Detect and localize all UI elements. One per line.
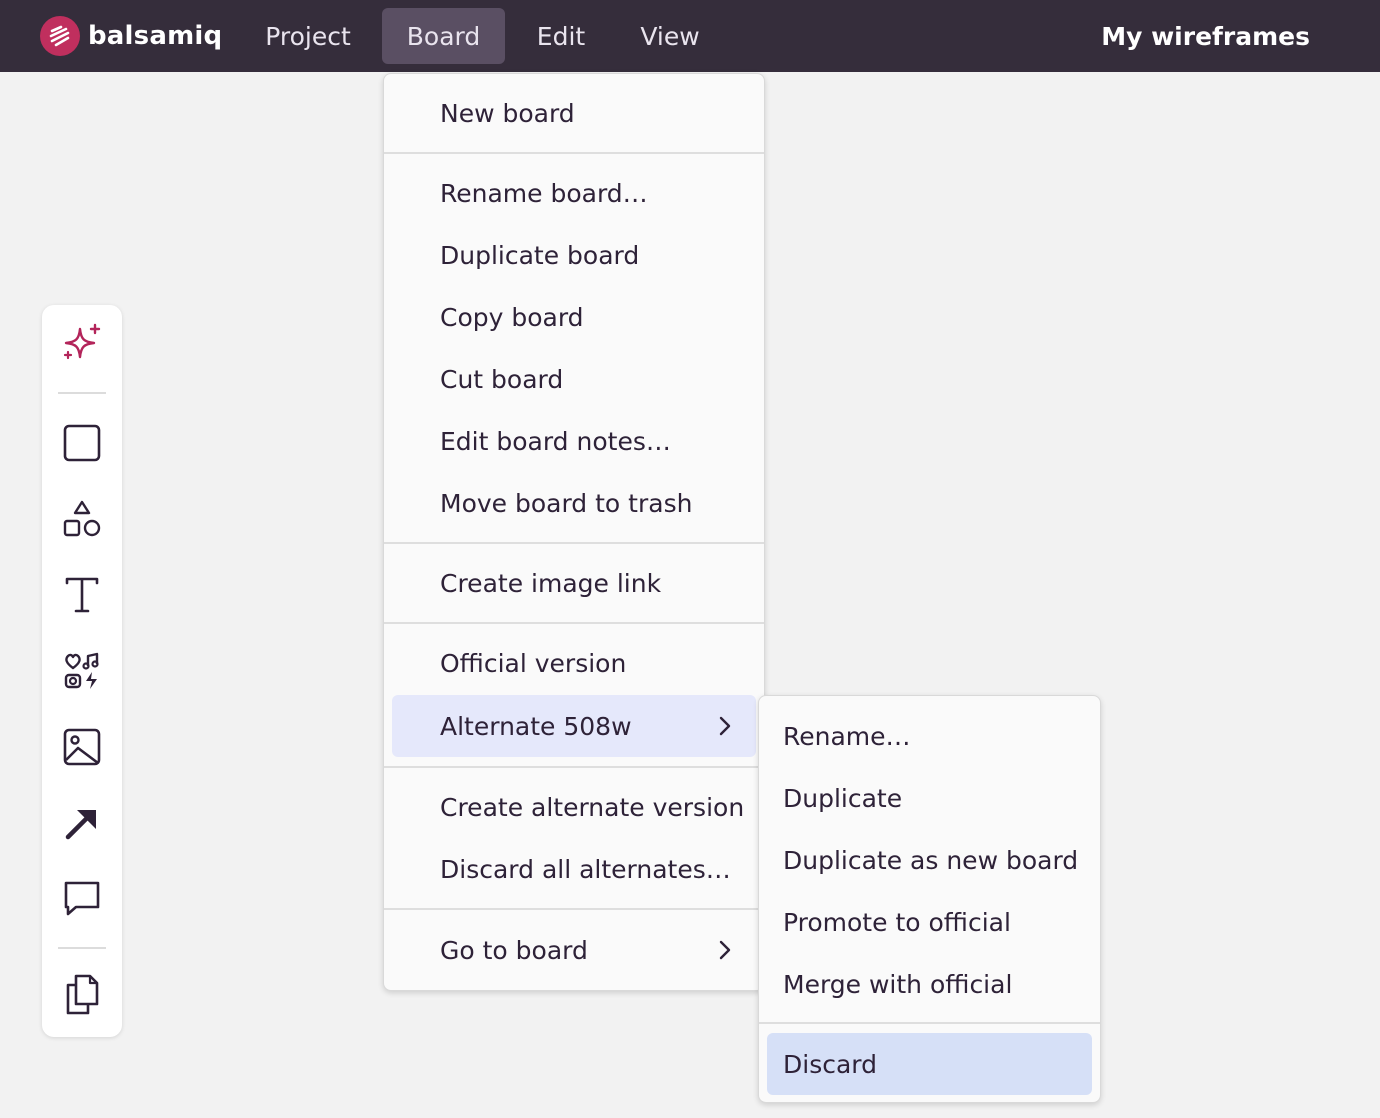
menu-item-label: Official version [440, 648, 627, 678]
menu-item-label: Duplicate as new board [783, 845, 1079, 875]
submenu-item-merge[interactable]: Merge with official [767, 953, 1092, 1015]
menu-item-create-alternate[interactable]: Create alternate version [392, 776, 756, 838]
submenu-item-promote[interactable]: Promote to official [767, 891, 1092, 953]
shapes-icon[interactable] [58, 495, 106, 543]
menu-item-label: Create alternate version [440, 792, 745, 822]
board-menu: New board Rename board… Duplicate board … [383, 73, 765, 991]
menu-item-label: Discard [783, 1049, 877, 1079]
submenu-item-rename[interactable]: Rename… [767, 705, 1092, 767]
ai-sparkle-icon[interactable] [58, 321, 106, 369]
chevron-right-icon [718, 714, 732, 744]
menu-item-label: Alternate 508w [440, 711, 632, 741]
menu-item-label: Rename… [783, 721, 911, 751]
my-wireframes-link[interactable]: My wireframes [1101, 8, 1310, 64]
menu-item-discard-alternates[interactable]: Discard all alternates… [392, 838, 756, 900]
chevron-right-icon [718, 938, 732, 968]
submenu-item-duplicate[interactable]: Duplicate [767, 767, 1092, 829]
menu-divider [384, 152, 764, 154]
menu-item-label: Copy board [440, 302, 584, 332]
top-menu-bar: balsamiq Project Board Edit View My wire… [0, 0, 1380, 72]
icons-library-icon[interactable] [58, 647, 106, 695]
menu-item-label: Merge with official [783, 969, 1013, 999]
toolbar-divider [58, 392, 106, 394]
menu-edit[interactable]: Edit [517, 8, 605, 64]
menu-divider [384, 908, 764, 910]
menu-item-edit-board-notes[interactable]: Edit board notes… [392, 410, 756, 472]
menu-item-go-to-board[interactable]: Go to board [392, 919, 756, 981]
menu-item-label: Duplicate [783, 783, 903, 813]
balsamiq-logo-icon [40, 16, 80, 56]
menu-item-new-board[interactable]: New board [392, 82, 756, 144]
menu-item-label: New board [440, 98, 575, 128]
brand-name: balsamiq [88, 21, 223, 51]
menu-item-label: Cut board [440, 364, 564, 394]
submenu-item-duplicate-as-new-board[interactable]: Duplicate as new board [767, 829, 1092, 891]
menu-item-label: Discard all alternates… [440, 854, 731, 884]
alternate-submenu: Rename… Duplicate Duplicate as new board… [758, 695, 1101, 1103]
menu-item-label: Duplicate board [440, 240, 640, 270]
arrow-icon[interactable] [58, 799, 106, 847]
menu-item-label: Move board to trash [440, 488, 693, 518]
menu-board[interactable]: Board [382, 8, 505, 64]
left-toolbar [42, 305, 122, 1037]
menu-divider [759, 1022, 1100, 1024]
menu-item-duplicate-board[interactable]: Duplicate board [392, 224, 756, 286]
menu-item-label: Promote to official [783, 907, 1011, 937]
toolbar-divider [58, 947, 106, 949]
brand[interactable]: balsamiq [40, 16, 222, 56]
menu-item-move-to-trash[interactable]: Move board to trash [392, 472, 756, 534]
menu-item-label: Edit board notes… [440, 426, 671, 456]
submenu-item-discard[interactable]: Discard [767, 1033, 1092, 1095]
comment-icon[interactable] [58, 875, 106, 923]
menu-item-label: Go to board [440, 935, 588, 965]
menu-divider [384, 766, 764, 768]
rectangle-icon[interactable] [58, 419, 106, 467]
text-icon[interactable] [58, 571, 106, 619]
menu-item-cut-board[interactable]: Cut board [392, 348, 756, 410]
menu-item-label: Rename board… [440, 178, 648, 208]
menu-item-rename-board[interactable]: Rename board… [392, 162, 756, 224]
menu-item-alternate[interactable]: Alternate 508w [392, 695, 756, 757]
image-icon[interactable] [58, 723, 106, 771]
menu-item-create-image-link[interactable]: Create image link [392, 552, 756, 614]
menu-view[interactable]: View [620, 8, 720, 64]
menu-item-official-version[interactable]: Official version [392, 632, 756, 694]
menu-divider [384, 542, 764, 544]
menu-divider [384, 622, 764, 624]
menu-item-label: Create image link [440, 568, 662, 598]
menu-project[interactable]: Project [246, 8, 370, 64]
menu-item-copy-board[interactable]: Copy board [392, 286, 756, 348]
copy-pages-icon[interactable] [58, 971, 106, 1019]
